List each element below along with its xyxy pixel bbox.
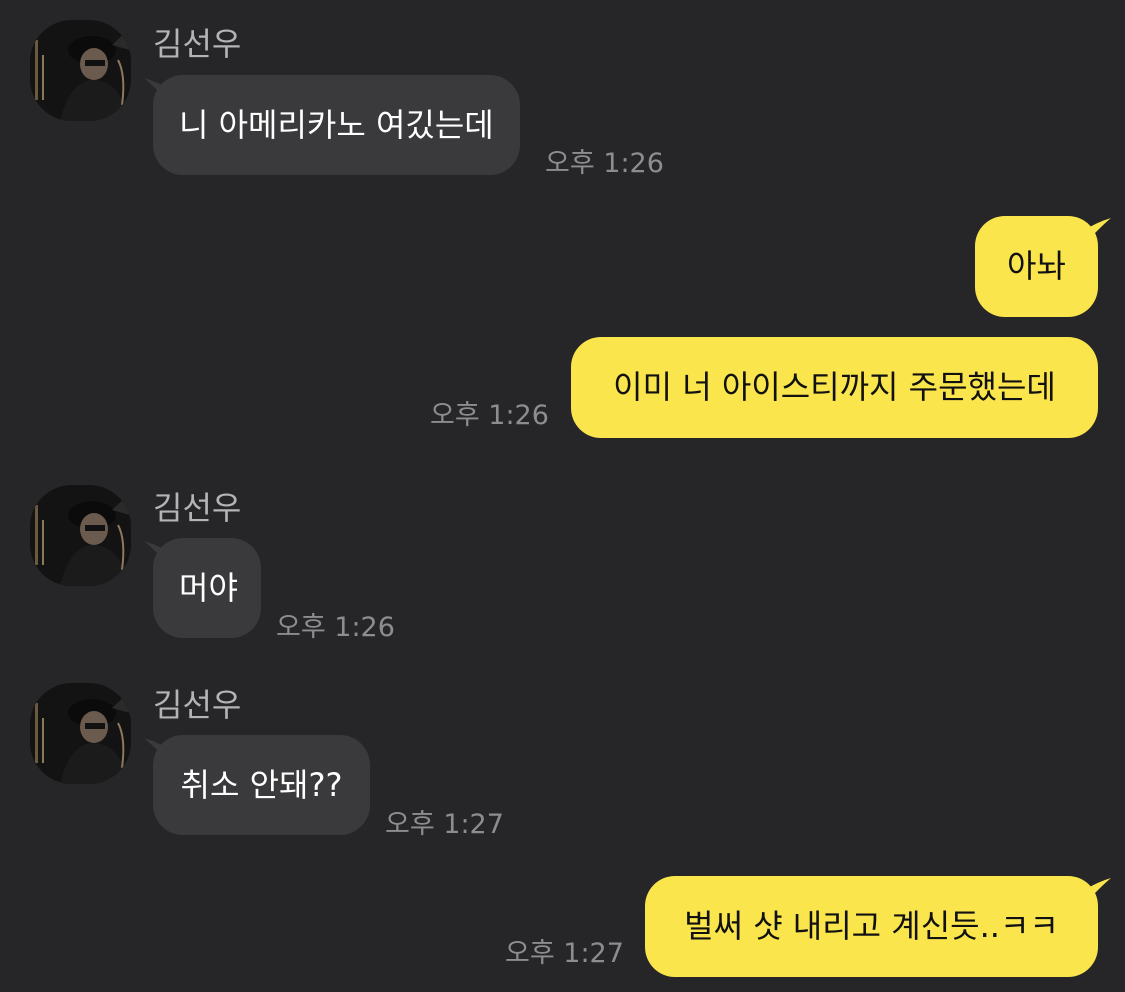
timestamp: 오후 1:27 [385, 809, 504, 840]
message-bubble[interactable]: 아놔 [975, 216, 1098, 317]
message-bubble[interactable]: 머야 [153, 538, 261, 638]
avatar[interactable] [30, 20, 131, 121]
timestamp: 오후 1:27 [505, 938, 624, 969]
sender-name: 김선우 [153, 25, 242, 63]
profile-photo-icon [30, 683, 131, 784]
timestamp: 오후 1:26 [276, 612, 395, 643]
avatar[interactable] [30, 683, 131, 784]
timestamp: 오후 1:26 [430, 400, 549, 431]
chat-view: 김선우 니 아메리카노 여깄는데 오후 1:26 아놔 오후 1:26 이미 너… [0, 0, 1125, 992]
avatar[interactable] [30, 485, 131, 586]
message-bubble[interactable]: 니 아메리카노 여깄는데 [153, 75, 520, 175]
timestamp: 오후 1:26 [545, 148, 664, 179]
sender-name: 김선우 [153, 489, 242, 527]
message-bubble[interactable]: 취소 안돼?? [153, 735, 370, 835]
sender-name: 김선우 [153, 686, 242, 724]
profile-photo-icon [30, 20, 131, 121]
message-bubble[interactable]: 이미 너 아이스티까지 주문했는데 [571, 337, 1098, 438]
message-bubble[interactable]: 벌써 샷 내리고 계신듯..ㅋㅋ [645, 876, 1098, 977]
profile-photo-icon [30, 485, 131, 586]
